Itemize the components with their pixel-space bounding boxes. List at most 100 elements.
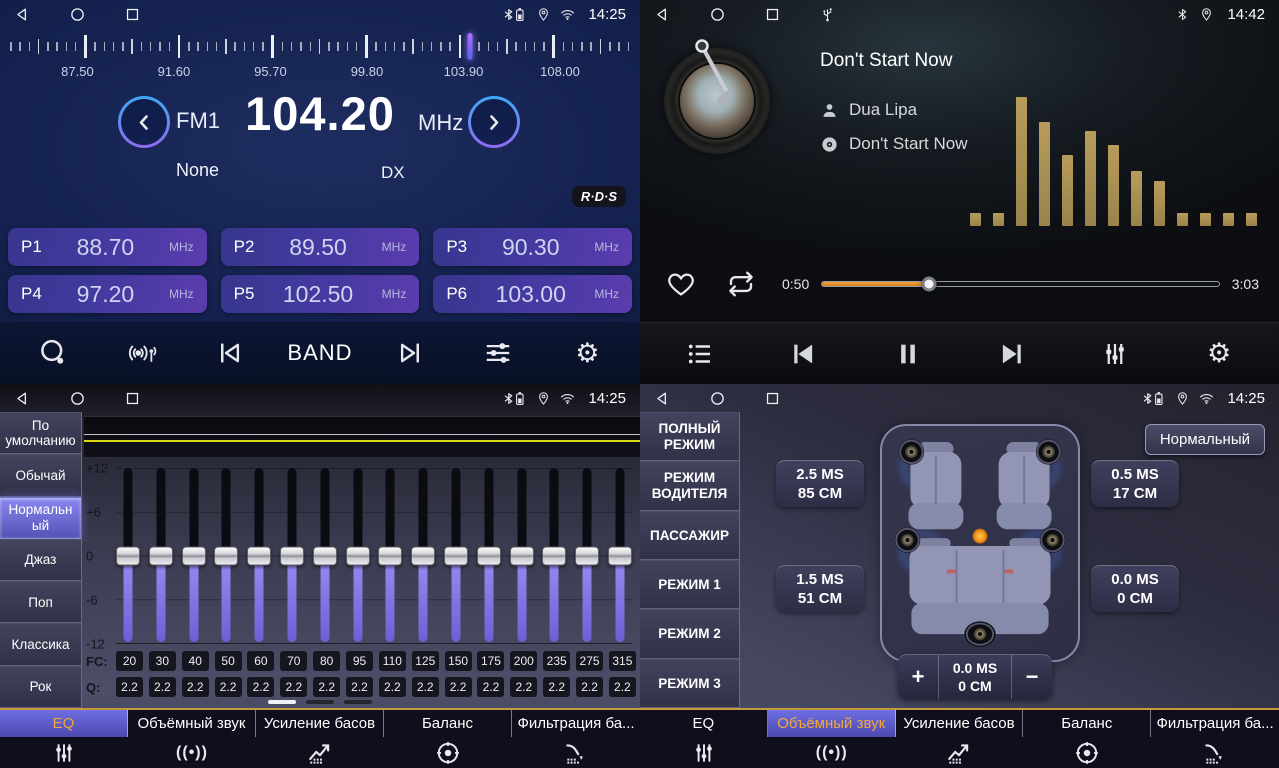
eq-preset-5[interactable]: Поп [0, 581, 81, 623]
preset-p3[interactable]: P390.30MHz [433, 228, 632, 266]
slider-thumb[interactable] [444, 546, 468, 565]
home-button[interactable] [709, 390, 726, 407]
slider-thumb[interactable] [411, 546, 435, 565]
tab-surround[interactable]: Объёмный звук((•)) [128, 710, 256, 768]
fc-value-13[interactable]: 200 [510, 651, 537, 671]
slider-thumb[interactable] [182, 546, 206, 565]
tab-crossover[interactable]: Фильтрация ба... [1151, 710, 1279, 768]
eq-band-slider-13[interactable] [510, 468, 534, 643]
rear-left-delay[interactable]: 1.5 MS 51 CM [776, 565, 864, 612]
scan-button[interactable] [111, 329, 173, 377]
eq-band-slider-12[interactable] [477, 468, 501, 643]
audio-settings-button[interactable] [467, 329, 529, 377]
q-value-1[interactable]: 2.2 [116, 677, 143, 697]
fc-value-14[interactable]: 235 [543, 651, 570, 671]
progress-slider[interactable] [821, 281, 1220, 287]
back-button[interactable] [654, 390, 671, 407]
fc-value-9[interactable]: 110 [379, 651, 406, 671]
slider-thumb[interactable] [116, 546, 140, 565]
fc-value-5[interactable]: 60 [247, 651, 274, 671]
fc-value-2[interactable]: 30 [149, 651, 176, 671]
home-button[interactable] [69, 6, 86, 23]
eq-preset-4[interactable]: Джаз [0, 539, 81, 581]
eq-preset-1[interactable]: По умолчанию [0, 412, 81, 454]
recent-button[interactable] [764, 6, 781, 23]
mode-6[interactable]: РЕЖИМ 3 [640, 659, 739, 708]
eq-preset-6[interactable]: Классика [0, 623, 81, 665]
settings-button[interactable]: ⚙ [1188, 330, 1250, 378]
eq-band-slider-8[interactable] [346, 468, 370, 643]
eq-band-slider-10[interactable] [411, 468, 435, 643]
q-value-4[interactable]: 2.2 [215, 677, 242, 697]
eq-band-slider-7[interactable] [313, 468, 337, 643]
eq-band-slider-9[interactable] [378, 468, 402, 643]
audio-settings-button[interactable] [1084, 330, 1146, 378]
rear-right-delay[interactable]: 0.0 MS 0 CM [1091, 565, 1179, 612]
recent-button[interactable] [764, 390, 781, 407]
eq-band-slider-6[interactable] [280, 468, 304, 643]
playlist-button[interactable] [669, 330, 731, 378]
fc-value-15[interactable]: 275 [576, 651, 603, 671]
mode-4[interactable]: РЕЖИМ 1 [640, 560, 739, 609]
home-button[interactable] [709, 6, 726, 23]
q-value-2[interactable]: 2.2 [149, 677, 176, 697]
eq-band-slider-2[interactable] [149, 468, 173, 643]
fc-value-7[interactable]: 80 [313, 651, 340, 671]
next-track-button[interactable] [980, 330, 1042, 378]
eq-preset-3[interactable]: Нормальный [0, 497, 81, 539]
back-button[interactable] [14, 390, 31, 407]
pause-button[interactable] [877, 330, 939, 378]
q-value-13[interactable]: 2.2 [510, 677, 537, 697]
slider-thumb[interactable] [575, 546, 599, 565]
back-button[interactable] [654, 6, 671, 23]
usb-button[interactable] [819, 6, 836, 23]
search-button[interactable] [22, 329, 84, 377]
fc-value-16[interactable]: 315 [609, 651, 636, 671]
fc-value-10[interactable]: 125 [412, 651, 439, 671]
slider-thumb[interactable] [149, 546, 173, 565]
front-left-delay[interactable]: 2.5 MS 85 CM [776, 460, 864, 507]
preset-p1[interactable]: P188.70MHz [8, 228, 207, 266]
slider-thumb[interactable] [280, 546, 304, 565]
slider-thumb[interactable] [542, 546, 566, 565]
frequency-dial[interactable]: 87.5091.6095.7099.80103.90108.00 [0, 30, 640, 84]
next-station-button[interactable] [468, 96, 520, 148]
fc-value-6[interactable]: 70 [280, 651, 307, 671]
delay-decrease-button[interactable]: − [1012, 655, 1052, 699]
fc-value-8[interactable]: 95 [346, 651, 373, 671]
favorite-button[interactable] [666, 269, 696, 299]
eq-band-slider-4[interactable] [214, 468, 238, 643]
fc-value-3[interactable]: 40 [182, 651, 209, 671]
q-value-11[interactable]: 2.2 [445, 677, 472, 697]
mode-3[interactable]: ПАССАЖИР [640, 511, 739, 560]
tab-balance[interactable]: Баланс [384, 710, 512, 768]
q-value-3[interactable]: 2.2 [182, 677, 209, 697]
slider-thumb[interactable] [346, 546, 370, 565]
dial-pointer[interactable] [468, 33, 473, 60]
eq-band-slider-14[interactable] [542, 468, 566, 643]
eq-band-slider-16[interactable] [608, 468, 632, 643]
delay-increase-button[interactable]: + [898, 655, 938, 699]
fc-value-1[interactable]: 20 [116, 651, 143, 671]
eq-preset-7[interactable]: Рок [0, 666, 81, 708]
recent-button[interactable] [124, 390, 141, 407]
tab-bass[interactable]: Усиление басов [896, 710, 1024, 768]
eq-band-slider-11[interactable] [444, 468, 468, 643]
eq-preset-2[interactable]: Обычай [0, 454, 81, 496]
mode-2[interactable]: РЕЖИМ ВОДИТЕЛЯ [640, 461, 739, 510]
q-value-10[interactable]: 2.2 [412, 677, 439, 697]
q-value-14[interactable]: 2.2 [543, 677, 570, 697]
slider-thumb[interactable] [477, 546, 501, 565]
prev-track-button[interactable] [773, 330, 835, 378]
fc-value-12[interactable]: 175 [477, 651, 504, 671]
front-right-delay[interactable]: 0.5 MS 17 CM [1091, 460, 1179, 507]
preset-p5[interactable]: P5102.50MHz [221, 275, 420, 313]
slider-thumb[interactable] [378, 546, 402, 565]
settings-button[interactable]: ⚙ [556, 329, 618, 377]
slider-thumb[interactable] [214, 546, 238, 565]
q-value-15[interactable]: 2.2 [576, 677, 603, 697]
slider-thumb[interactable] [247, 546, 271, 565]
home-button[interactable] [69, 390, 86, 407]
q-value-7[interactable]: 2.2 [313, 677, 340, 697]
q-value-12[interactable]: 2.2 [477, 677, 504, 697]
